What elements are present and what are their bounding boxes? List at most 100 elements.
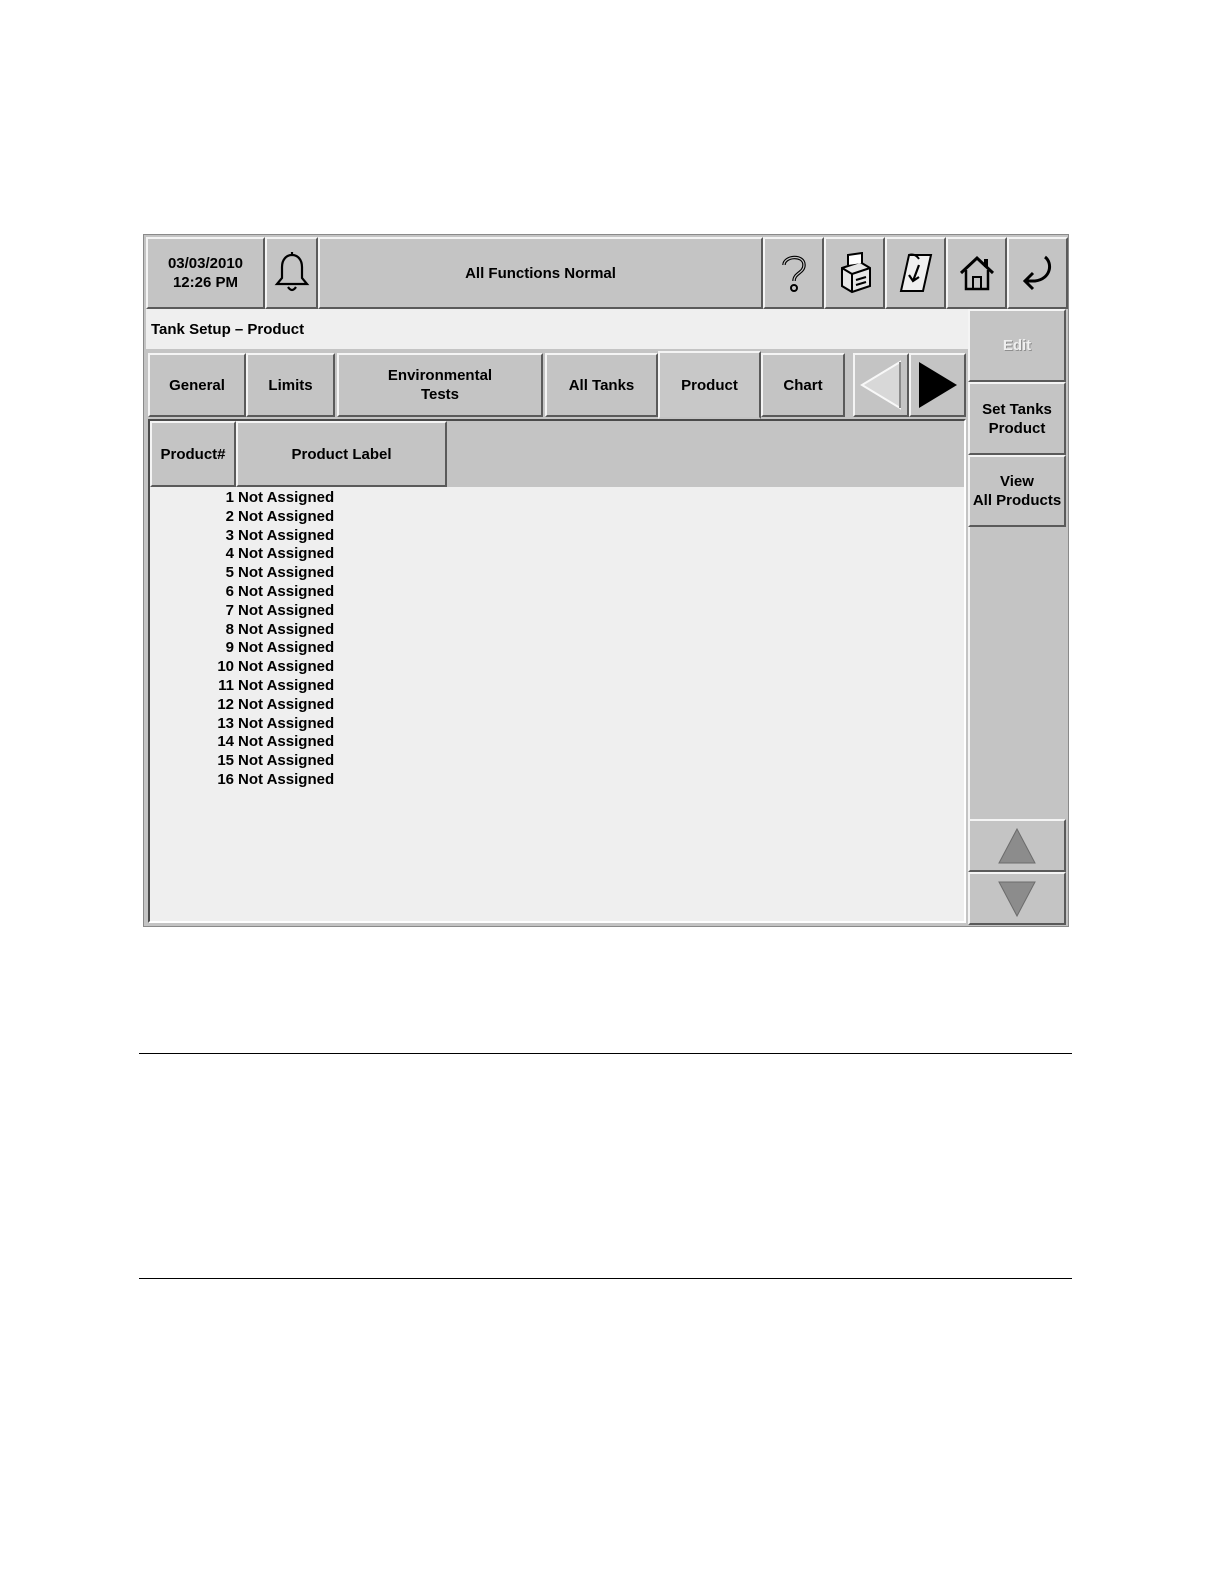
tab-product[interactable]: Product bbox=[658, 351, 761, 419]
product-number: 3 bbox=[225, 526, 234, 544]
table-row[interactable]: 5 Not Assigned bbox=[150, 564, 334, 583]
tab-limits[interactable]: Limits bbox=[246, 353, 335, 417]
set-tanks-product-label: Set Tanks Product bbox=[982, 400, 1052, 437]
product-label: Not Assigned bbox=[238, 639, 335, 657]
table-row[interactable]: 6 Not Assigned bbox=[150, 583, 334, 602]
column-header-product-label[interactable]: Product Label bbox=[236, 421, 447, 487]
side-button-spacer bbox=[968, 527, 1066, 819]
tab-environmental-tests[interactable]: Environmental Tests bbox=[337, 353, 543, 417]
tab-label: Product bbox=[681, 376, 738, 394]
table-row[interactable]: 1 Not Assigned bbox=[150, 489, 334, 508]
view-all-products-label: View All Products bbox=[972, 473, 1062, 509]
product-label: Not Assigned bbox=[238, 658, 335, 676]
table-row[interactable]: 14 Not Assigned bbox=[150, 733, 334, 752]
product-label: Not Assigned bbox=[238, 695, 335, 713]
page-divider-top bbox=[139, 1053, 1072, 1054]
tab-scroll-left-button[interactable] bbox=[853, 353, 909, 417]
table-row[interactable]: 10 Not Assigned bbox=[150, 658, 334, 677]
product-label: Not Assigned bbox=[238, 545, 335, 563]
product-label: Not Assigned bbox=[238, 770, 335, 788]
help-icon bbox=[781, 255, 806, 292]
product-label: Not Assigned bbox=[238, 733, 335, 751]
help-button[interactable] bbox=[763, 237, 824, 309]
tab-label: Limits bbox=[268, 376, 313, 394]
report-icon bbox=[899, 253, 932, 292]
edit-label: Edit bbox=[1002, 337, 1032, 354]
tab-strip: General Limits Environmental Tests All T… bbox=[148, 351, 966, 419]
set-tanks-product-button[interactable]: Set Tanks Product bbox=[968, 382, 1066, 455]
table-row[interactable]: 2 Not Assigned bbox=[150, 508, 334, 527]
column-label: Product Label bbox=[291, 445, 392, 463]
datetime-display: 03/03/2010 12:26 PM bbox=[146, 237, 265, 309]
arrow-down-icon bbox=[998, 881, 1036, 917]
product-number: 8 bbox=[225, 620, 234, 638]
print-button[interactable] bbox=[824, 237, 885, 309]
product-label: Not Assigned bbox=[238, 601, 335, 619]
table-row[interactable]: 4 Not Assigned bbox=[150, 545, 334, 564]
product-label: Not Assigned bbox=[238, 564, 335, 582]
page-title: Tank Setup – Product bbox=[151, 320, 305, 338]
table-row[interactable]: 9 Not Assigned bbox=[150, 639, 334, 658]
product-label: Not Assigned bbox=[238, 582, 335, 600]
product-number: 12 bbox=[217, 695, 234, 713]
table-row[interactable]: 15 Not Assigned bbox=[150, 752, 334, 771]
table-row[interactable]: 12 Not Assigned bbox=[150, 696, 334, 715]
product-number: 10 bbox=[217, 658, 234, 676]
console-screen: 03/03/2010 12:26 PM All Functions Normal bbox=[143, 234, 1069, 927]
status-banner: All Functions Normal bbox=[318, 237, 763, 309]
table-row[interactable]: 7 Not Assigned bbox=[150, 602, 334, 621]
product-number: 5 bbox=[225, 564, 234, 582]
product-number: 4 bbox=[225, 545, 234, 563]
product-label: Not Assigned bbox=[238, 526, 335, 544]
product-label: Not Assigned bbox=[238, 620, 335, 638]
product-label: Not Assigned bbox=[238, 752, 335, 770]
product-label: Not Assigned bbox=[238, 714, 335, 732]
tab-label: General bbox=[169, 376, 225, 394]
product-table: Product# Product Label 1 Not Assigned 2 No… bbox=[148, 419, 966, 923]
page-title-bar: Tank Setup – Product bbox=[146, 309, 968, 349]
bell-icon bbox=[274, 252, 309, 292]
printer-icon bbox=[840, 252, 871, 294]
tab-label: Chart bbox=[783, 376, 823, 394]
scroll-down-button[interactable] bbox=[968, 872, 1066, 925]
table-row[interactable]: 16 Not Assigned bbox=[150, 771, 334, 790]
home-button[interactable] bbox=[946, 237, 1007, 309]
arrow-left-icon bbox=[860, 360, 901, 410]
product-number: 6 bbox=[225, 582, 234, 600]
edit-button[interactable]: Edit bbox=[968, 309, 1066, 382]
product-number: 16 bbox=[217, 770, 234, 788]
tab-chart[interactable]: Chart bbox=[761, 353, 845, 417]
scroll-up-button[interactable] bbox=[968, 819, 1066, 872]
date-text: 03/03/2010 bbox=[167, 255, 244, 272]
arrow-up-icon bbox=[998, 827, 1036, 863]
column-header-product-number[interactable]: Product# bbox=[150, 421, 236, 487]
tab-general[interactable]: General bbox=[148, 353, 246, 417]
table-body: 1 Not Assigned 2 Not Assigned 3 Not Assigne… bbox=[150, 489, 334, 790]
product-number: 7 bbox=[225, 601, 234, 619]
tab-scroll-right-button[interactable] bbox=[909, 353, 966, 417]
tab-label: Environmental Tests bbox=[387, 367, 493, 403]
table-row[interactable]: 3 Not Assigned bbox=[150, 527, 334, 546]
product-label: Not Assigned bbox=[238, 489, 335, 506]
back-button[interactable] bbox=[1007, 237, 1068, 309]
status-text: All Functions Normal bbox=[465, 264, 616, 282]
view-all-products-button[interactable]: View All Products bbox=[968, 455, 1066, 527]
arrow-right-icon bbox=[918, 362, 957, 408]
table-row[interactable]: 13 Not Assigned bbox=[150, 715, 334, 734]
report-button[interactable] bbox=[885, 237, 946, 309]
product-number: 9 bbox=[225, 639, 234, 657]
time-text: 12:26 PM bbox=[172, 274, 239, 291]
back-icon bbox=[1022, 255, 1051, 291]
product-number: 13 bbox=[217, 714, 234, 732]
table-row[interactable]: 11 Not Assigned bbox=[150, 677, 334, 696]
product-number: 1 bbox=[225, 489, 234, 506]
product-number: 2 bbox=[225, 507, 234, 525]
home-icon bbox=[959, 255, 994, 291]
alarm-button[interactable] bbox=[265, 237, 318, 309]
tab-all-tanks[interactable]: All Tanks bbox=[545, 353, 658, 417]
product-label: Not Assigned bbox=[238, 507, 335, 525]
product-number: 15 bbox=[217, 752, 234, 770]
table-row[interactable]: 8 Not Assigned bbox=[150, 621, 334, 640]
page-divider-bottom bbox=[139, 1278, 1072, 1279]
column-label: Product# bbox=[160, 445, 226, 463]
